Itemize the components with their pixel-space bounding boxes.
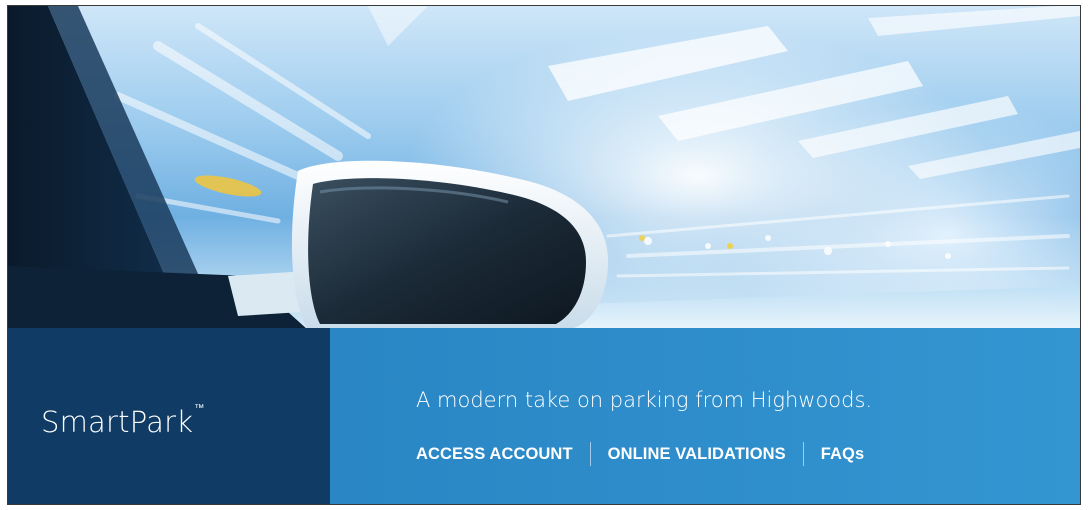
access-account-link[interactable]: ACCESS ACCOUNT: [416, 445, 573, 464]
brand-name: SmartPark: [41, 405, 194, 439]
hero-image: [8, 6, 1080, 330]
primary-nav: ACCESS ACCOUNT ONLINE VALIDATIONS FAQs: [416, 442, 864, 466]
page-frame: SmartPark™ A modern take on parking from…: [7, 5, 1081, 505]
tagline: A modern take on parking from Highwoods.: [416, 388, 873, 412]
brand-panel: SmartPark™: [8, 328, 330, 504]
faqs-link[interactable]: FAQs: [821, 445, 865, 464]
ceiling-lights: [368, 6, 1080, 179]
hero-illustration: [8, 6, 1080, 330]
nav-divider: [802, 442, 804, 466]
info-panel: A modern take on parking from Highwoods.…: [330, 328, 1080, 504]
smartpark-logo: SmartPark™: [41, 403, 205, 439]
online-validations-link[interactable]: ONLINE VALIDATIONS: [608, 445, 786, 464]
nav-divider: [589, 442, 591, 466]
trademark-symbol: ™: [194, 403, 205, 414]
